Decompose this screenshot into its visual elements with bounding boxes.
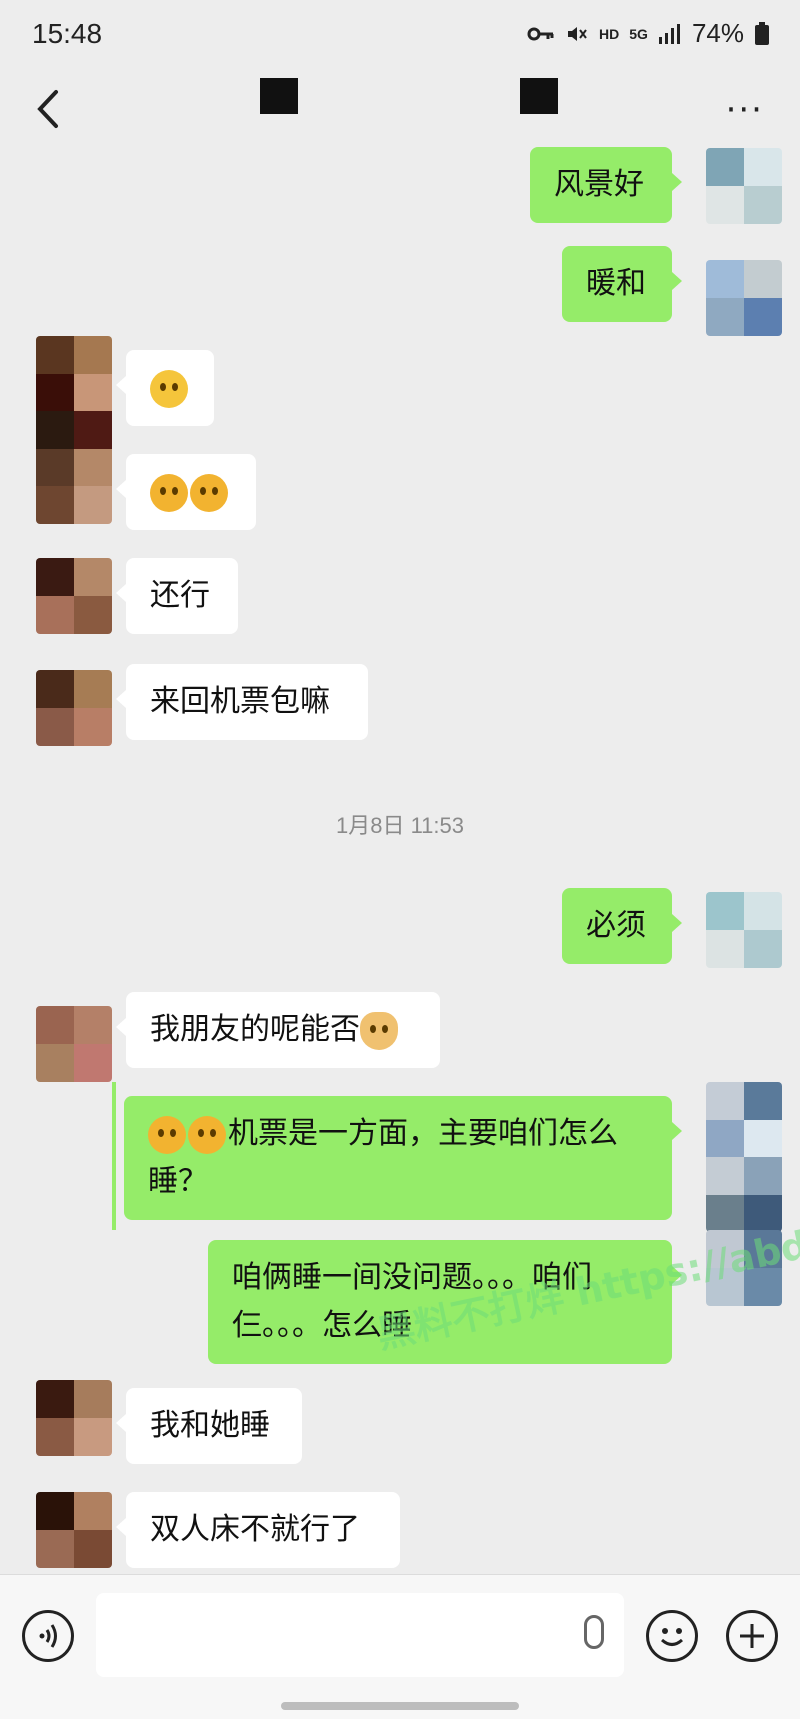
message-bubble-in[interactable] — [116, 350, 214, 426]
message-text: 咱俩睡一间没问题。。。咱们 — [232, 1260, 592, 1295]
contact-avatar[interactable] — [36, 1006, 112, 1082]
message-text: 来回机票包嘛 — [150, 684, 330, 719]
status-bar: 15:48 HD 5G 74% — [0, 0, 800, 70]
contact-avatar[interactable] — [36, 1380, 112, 1456]
laughing-crying-emoji-icon — [188, 1115, 226, 1154]
contact-avatar[interactable] — [36, 336, 112, 524]
message-text: 仨。。。怎么睡 — [232, 1308, 412, 1343]
plus-icon — [740, 1624, 764, 1648]
battery-icon — [755, 21, 769, 45]
message-text: 我朋友的呢能否 — [150, 1012, 360, 1047]
cat-emoji-icon — [360, 1011, 398, 1050]
message-text: 睡？ — [148, 1164, 208, 1199]
hd-label: HD — [599, 25, 620, 42]
message-bubble-in[interactable]: 我和她睡 — [116, 1388, 302, 1464]
message-bubble-out[interactable]: 暖和 — [562, 246, 682, 322]
chat-input-bar — [0, 1574, 800, 1719]
message-text: 机票是一方面，主要咱们怎么 — [228, 1116, 618, 1151]
message-bubble-in[interactable]: 还行 — [116, 558, 238, 634]
emoji-button[interactable] — [646, 1610, 698, 1662]
message-input[interactable] — [96, 1593, 624, 1677]
more-functions-button[interactable] — [726, 1610, 778, 1662]
message-text: 双人床不就行了 — [150, 1512, 360, 1547]
my-avatar[interactable] — [706, 148, 782, 224]
smile-emoji-icon — [150, 369, 188, 408]
status-icons: HD 5G 74% — [527, 18, 770, 49]
battery-percent: 74% — [691, 18, 744, 48]
my-avatar[interactable] — [706, 892, 782, 968]
message-bubble-out[interactable]: 必须 — [562, 888, 682, 964]
selection-bar — [112, 1082, 116, 1230]
message-bubble-out[interactable]: 咱俩睡一间没问题。。。咱们 仨。。。怎么睡 — [208, 1240, 682, 1364]
my-avatar[interactable] — [706, 1230, 782, 1306]
chat-header: ··· — [0, 70, 800, 150]
smiley-icon — [660, 1628, 684, 1646]
message-bubble-out[interactable]: 风景好 — [530, 147, 682, 223]
redacted-title-block — [520, 78, 558, 114]
chat-timestamp: 1月8日 11:53 — [335, 813, 464, 838]
contact-avatar[interactable] — [36, 1492, 112, 1568]
status-time: 15:48 — [32, 18, 103, 49]
voice-input-button[interactable] — [22, 1610, 74, 1662]
message-bubble-in[interactable] — [116, 454, 256, 530]
message-bubble-out[interactable]: 机票是一方面，主要咱们怎么 睡？ — [124, 1096, 682, 1220]
message-bubble-in[interactable]: 来回机票包嘛 — [116, 664, 368, 740]
message-text: 风景好 — [554, 167, 644, 202]
mute-icon — [568, 26, 587, 41]
my-avatar[interactable] — [706, 260, 782, 336]
crying-emoji-icon — [150, 473, 188, 512]
home-indicator[interactable] — [281, 1702, 519, 1710]
message-text: 还行 — [150, 578, 210, 613]
message-text: 必须 — [586, 908, 646, 943]
contact-avatar[interactable] — [36, 670, 112, 746]
key-icon — [527, 27, 554, 40]
redacted-title-block — [260, 78, 298, 114]
microphone-icon[interactable] — [584, 1615, 604, 1649]
contact-avatar[interactable] — [36, 558, 112, 634]
message-bubble-in[interactable]: 双人床不就行了 — [116, 1492, 400, 1568]
message-bubble-in[interactable]: 我朋友的呢能否 — [116, 992, 440, 1068]
message-text: 暖和 — [586, 266, 646, 301]
voice-icon — [39, 1624, 57, 1648]
network-type: 5G — [629, 25, 648, 42]
signal-icon — [658, 23, 680, 44]
back-arrow-icon[interactable] — [28, 84, 68, 134]
more-options-icon[interactable]: ··· — [726, 90, 764, 130]
crying-emoji-icon — [190, 473, 228, 512]
laughing-crying-emoji-icon — [148, 1115, 186, 1154]
message-text: 我和她睡 — [150, 1408, 270, 1443]
my-avatar[interactable] — [706, 1082, 782, 1232]
